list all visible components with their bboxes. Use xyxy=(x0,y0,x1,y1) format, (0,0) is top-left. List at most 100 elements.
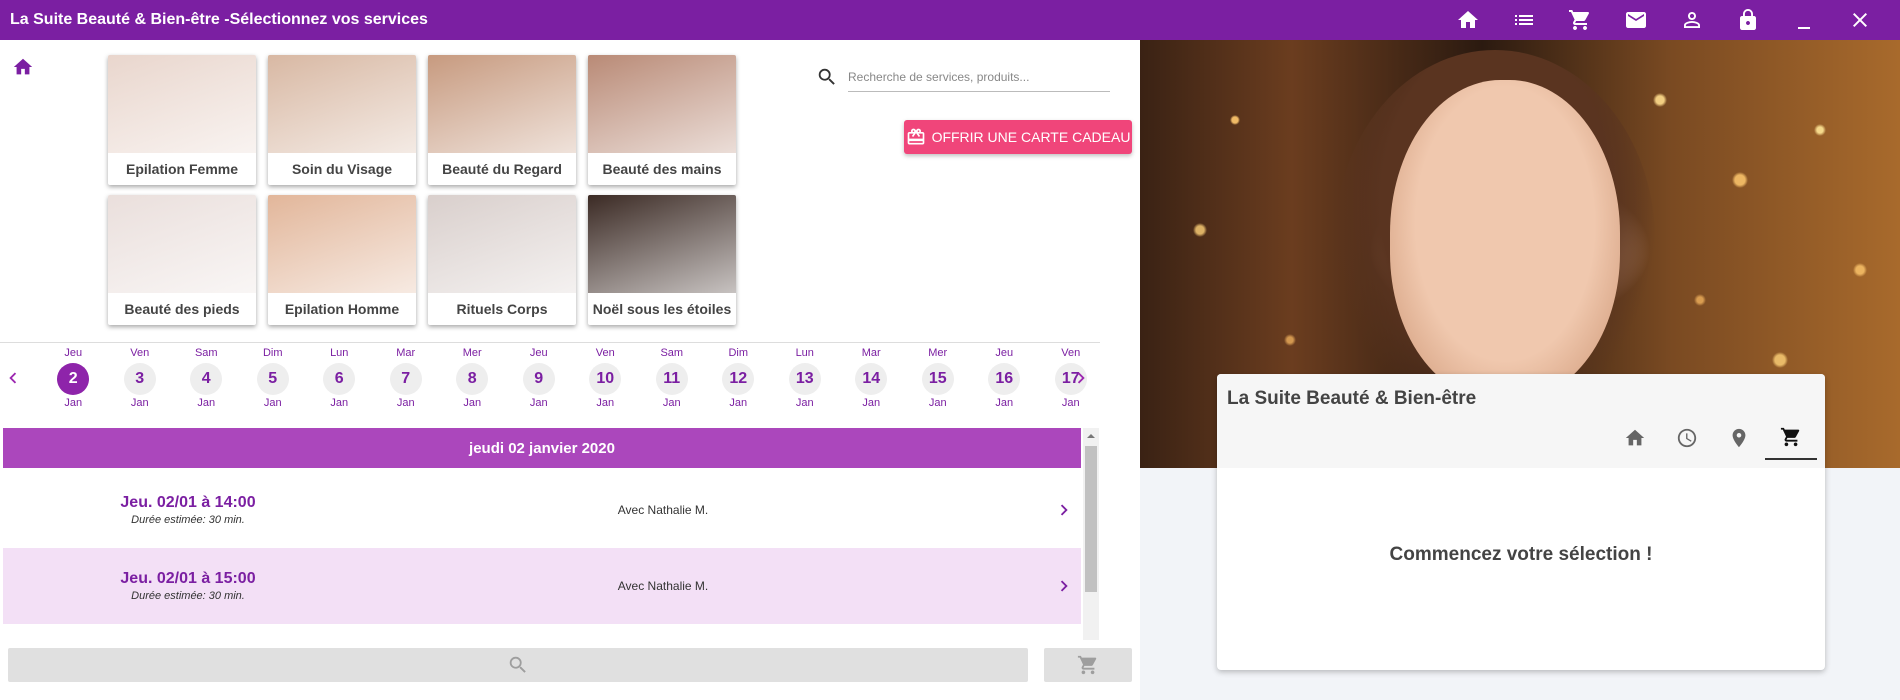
close-icon[interactable] xyxy=(1832,0,1888,40)
chevron-left-icon[interactable] xyxy=(2,363,24,393)
cart-button[interactable] xyxy=(1044,648,1132,682)
tab-cart[interactable] xyxy=(1765,416,1817,460)
chevron-right-icon[interactable] xyxy=(1070,363,1092,393)
cart-icon[interactable] xyxy=(1552,0,1608,40)
home-icon xyxy=(1625,429,1645,446)
scrollbar[interactable] xyxy=(1083,428,1099,640)
date-day-number[interactable]: 9 xyxy=(522,363,555,395)
date-day-number[interactable]: 13 xyxy=(788,363,821,395)
tab-location[interactable] xyxy=(1713,416,1765,460)
date-day-number[interactable]: 15 xyxy=(921,363,954,395)
category-tile[interactable]: Beauté des pieds xyxy=(108,195,256,325)
location-icon xyxy=(1732,428,1746,448)
category-tile[interactable]: Beauté des mains xyxy=(588,55,736,185)
date-day-number[interactable]: 16 xyxy=(988,363,1021,395)
search-input[interactable] xyxy=(848,62,1110,92)
minimize-icon[interactable] xyxy=(1776,0,1832,40)
category-tile[interactable]: Soin du Visage xyxy=(268,55,416,185)
date-month: Jan xyxy=(330,397,349,409)
date-day-number[interactable]: 5 xyxy=(256,363,289,395)
date-day-number[interactable]: 4 xyxy=(190,363,223,395)
category-image xyxy=(428,195,576,293)
date-item[interactable]: Lun 6 Jan xyxy=(306,347,373,409)
window-title: La Suite Beauté & Bien-être -Sélectionne… xyxy=(10,11,428,28)
chevron-right-icon[interactable] xyxy=(1053,572,1075,600)
date-item[interactable]: Jeu 2 Jan xyxy=(40,347,107,409)
date-item[interactable]: Sam 11 Jan xyxy=(639,347,706,409)
date-month: Jan xyxy=(130,397,149,409)
date-day-number[interactable]: 12 xyxy=(722,363,755,395)
category-tile[interactable]: Rituels Corps xyxy=(428,195,576,325)
tab-home[interactable] xyxy=(1609,416,1661,460)
category-image xyxy=(108,55,256,153)
date-month: Jan xyxy=(662,397,681,409)
date-weekday: Lun xyxy=(330,347,349,359)
list-icon[interactable] xyxy=(1496,0,1552,40)
date-item[interactable]: Mar 14 Jan xyxy=(838,347,905,409)
category-image xyxy=(108,195,256,293)
time-slot-row[interactable]: Jeu. 02/01 à 15:00 Durée estimée: 30 min… xyxy=(3,548,1081,624)
date-day-number[interactable]: 11 xyxy=(655,363,688,395)
date-day-number[interactable]: 8 xyxy=(456,363,489,395)
scroll-up-icon[interactable] xyxy=(1086,431,1096,441)
category-label: Beauté des pieds xyxy=(124,301,240,317)
account-icon[interactable] xyxy=(1664,0,1720,40)
tab-hours[interactable] xyxy=(1661,416,1713,460)
category-tile[interactable]: Epilation Femme xyxy=(108,55,256,185)
date-item[interactable]: Jeu 16 Jan xyxy=(971,347,1038,409)
date-item[interactable]: Mer 15 Jan xyxy=(905,347,972,409)
date-month: Jan xyxy=(64,397,83,409)
category-image xyxy=(268,55,416,153)
mail-icon[interactable] xyxy=(1608,0,1664,40)
gift-card-button[interactable]: OFFRIR UNE CARTE CADEAU xyxy=(904,120,1132,154)
date-day-number[interactable]: 6 xyxy=(323,363,356,395)
date-item[interactable]: Lun 13 Jan xyxy=(772,347,839,409)
salon-name: La Suite Beauté & Bien-être xyxy=(1227,388,1477,409)
category-tile[interactable]: Beauté du Regard xyxy=(428,55,576,185)
home-icon[interactable] xyxy=(1440,0,1496,40)
scrollbar-thumb[interactable] xyxy=(1085,446,1097,592)
slot-staff: Avec Nathalie M. xyxy=(617,503,709,517)
date-list: Jeu 2 Jan Ven 3 Jan Sam 4 Jan Dim 5 Jan Lun 6 Jan Mar 7 J… xyxy=(40,347,1104,409)
lock-icon[interactable] xyxy=(1720,0,1776,40)
slot-date-header: jeudi 02 janvier 2020 xyxy=(3,428,1081,468)
date-month: Jan xyxy=(795,397,814,409)
search-icon[interactable] xyxy=(816,66,838,88)
date-day-number[interactable]: 7 xyxy=(389,363,422,395)
salon-card-header: La Suite Beauté & Bien-être xyxy=(1217,374,1825,468)
date-item[interactable]: Ven 10 Jan xyxy=(572,347,639,409)
date-weekday: Mer xyxy=(928,347,948,359)
date-item[interactable]: Mer 8 Jan xyxy=(439,347,506,409)
date-item[interactable]: Sam 4 Jan xyxy=(173,347,240,409)
salon-tabs xyxy=(1609,416,1817,460)
date-item[interactable]: Dim 12 Jan xyxy=(705,347,772,409)
date-weekday: Ven xyxy=(595,347,615,359)
date-day-number[interactable]: 10 xyxy=(589,363,622,395)
chevron-right-icon[interactable] xyxy=(1053,496,1075,524)
hero-face-shape xyxy=(1390,80,1620,400)
category-tile[interactable]: Noël sous les étoiles xyxy=(588,195,736,325)
category-label: Beauté du Regard xyxy=(442,161,562,177)
date-month: Jan xyxy=(263,397,282,409)
home-icon[interactable] xyxy=(12,56,34,78)
date-day-number[interactable]: 2 xyxy=(57,363,90,395)
time-slot-row[interactable]: Jeu. 02/01 à 14:00 Durée estimée: 30 min… xyxy=(3,472,1081,548)
date-weekday: Mar xyxy=(396,347,416,359)
date-month: Jan xyxy=(729,397,748,409)
slot-time: Jeu. 02/01 à 14:00 Durée estimée: 30 min… xyxy=(3,494,373,526)
date-item[interactable]: Mar 7 Jan xyxy=(373,347,440,409)
date-item[interactable]: Ven 3 Jan xyxy=(107,347,174,409)
date-month: Jan xyxy=(928,397,947,409)
date-weekday: Jeu xyxy=(995,347,1014,359)
date-weekday: Jeu xyxy=(529,347,548,359)
date-item[interactable]: Dim 5 Jan xyxy=(240,347,307,409)
category-tile[interactable]: Epilation Homme xyxy=(268,195,416,325)
slot-duration: Durée estimée: 30 min. xyxy=(131,514,245,526)
date-weekday: Sam xyxy=(194,347,218,359)
date-item[interactable]: Jeu 9 Jan xyxy=(506,347,573,409)
date-day-number[interactable]: 3 xyxy=(123,363,156,395)
search-services-button[interactable] xyxy=(8,648,1028,682)
date-day-number[interactable]: 14 xyxy=(855,363,888,395)
category-label: Beauté des mains xyxy=(602,161,722,177)
category-label: Epilation Femme xyxy=(125,161,239,177)
